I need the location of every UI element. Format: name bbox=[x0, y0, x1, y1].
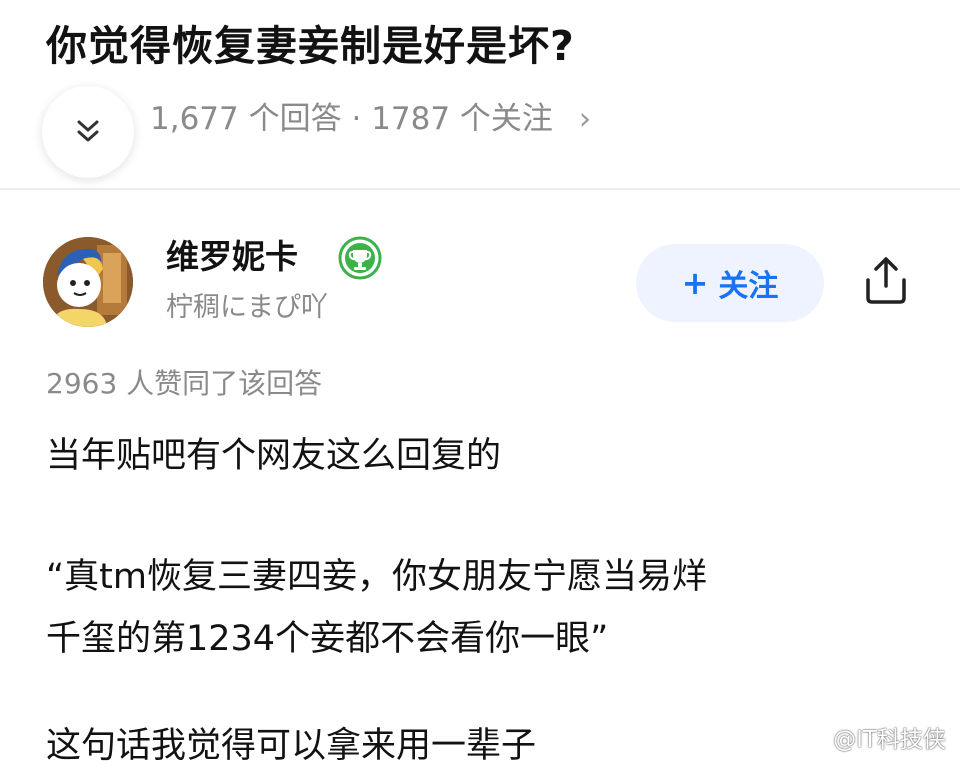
followers-count: 1787 个关注 bbox=[371, 101, 553, 137]
divider bbox=[0, 188, 960, 190]
author-subtitle: 柠稠にまぴ吖 bbox=[166, 292, 328, 323]
answer-paragraph: 当年贴吧有个网友这么回复的 bbox=[46, 436, 502, 476]
watermark: @IT科技侠 bbox=[799, 717, 946, 757]
follow-label: 关注 bbox=[718, 269, 779, 304]
trophy-badge-icon bbox=[338, 236, 382, 280]
avatar-image bbox=[43, 237, 133, 327]
question-title[interactable]: 你觉得恢复妻妾制是好是坏? bbox=[46, 16, 926, 76]
upvote-count: 2963 人赞同了该回答 bbox=[46, 367, 323, 400]
meta-separator: · bbox=[351, 101, 362, 137]
answer-paragraph: 这句话我觉得可以拿来用一辈子 bbox=[46, 726, 537, 766]
watermark-text: @IT科技侠 bbox=[833, 727, 946, 753]
expand-button[interactable] bbox=[42, 86, 134, 178]
plus-icon: + bbox=[681, 264, 709, 302]
weibo-icon bbox=[799, 727, 827, 749]
answer-paragraph: “真tm恢复三妻四妾，你女朋友宁愿当易烊 bbox=[46, 557, 707, 597]
answers-count: 1,677 个回答 bbox=[150, 101, 342, 137]
answer-paragraph: 千玺的第1234个妾都不会看你一眼” bbox=[46, 619, 609, 659]
chevron-right-icon: › bbox=[578, 101, 592, 137]
share-icon[interactable] bbox=[858, 252, 914, 308]
avatar[interactable] bbox=[43, 237, 133, 327]
author-name[interactable]: 维罗妮卡 bbox=[166, 233, 298, 281]
question-meta[interactable]: 1,677 个回答 · 1787 个关注 › bbox=[150, 97, 591, 141]
follow-button[interactable]: + 关注 bbox=[636, 244, 824, 322]
double-chevron-down-icon bbox=[77, 120, 99, 142]
